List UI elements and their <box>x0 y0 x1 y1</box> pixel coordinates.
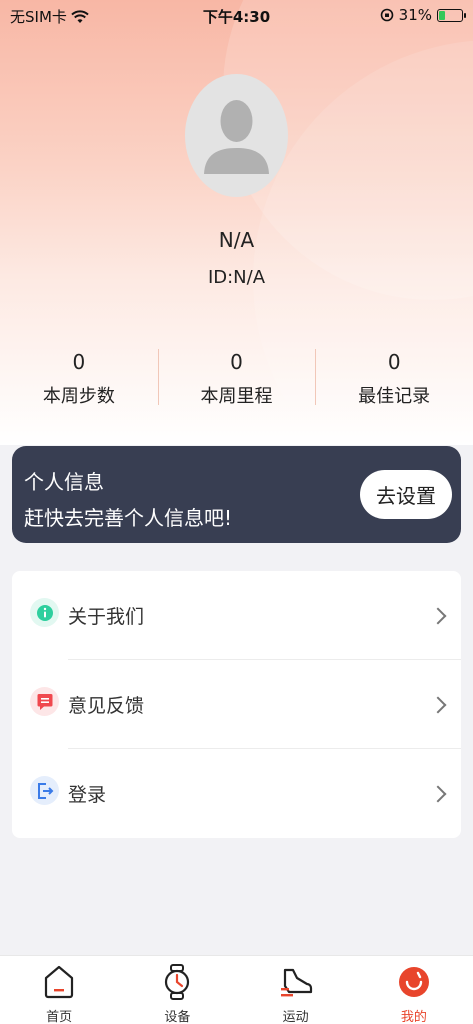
user-silhouette-icon <box>204 100 269 174</box>
stat-value: 0 <box>72 350 86 374</box>
tab-label: 首页 <box>46 1010 73 1024</box>
tab-label: 运动 <box>282 1010 309 1024</box>
weekly-stats: 0 本周步数 0 本周里程 0 最佳记录 <box>0 347 473 407</box>
info-icon <box>30 598 59 627</box>
menu-item-label: 登录 <box>68 784 107 806</box>
avatar[interactable] <box>185 74 288 197</box>
go-settings-button[interactable]: 去设置 <box>360 470 452 519</box>
stat-weekly-distance: 0 本周里程 <box>157 347 316 407</box>
menu-item-label: 关于我们 <box>68 606 145 628</box>
stat-label: 本周步数 <box>42 386 115 407</box>
battery-fill <box>439 10 445 20</box>
shoe-icon <box>280 968 312 997</box>
battery-icon <box>437 8 466 22</box>
profile-icon <box>398 967 429 997</box>
menu-item-feedback[interactable]: 意见反馈 <box>12 660 461 749</box>
stat-label: 本周里程 <box>200 386 273 407</box>
stat-label: 最佳记录 <box>358 386 431 407</box>
card-title: 个人信息 <box>24 470 104 494</box>
tab-bar: 首页 设备 运动 我的 <box>0 955 473 1024</box>
battery-percent: 31% <box>398 6 432 24</box>
orientation-lock-icon <box>380 8 393 22</box>
tab-home[interactable]: 首页 <box>0 956 118 1024</box>
tab-mine[interactable]: 我的 <box>355 956 473 1024</box>
stat-value: 0 <box>230 350 243 374</box>
feedback-icon <box>30 687 59 716</box>
tab-device[interactable]: 设备 <box>118 956 236 1024</box>
chevron-right-icon <box>429 607 447 624</box>
card-subtitle: 赶快去完善个人信息吧! <box>24 506 233 530</box>
user-id: ID:N/A <box>207 267 266 288</box>
menu-item-about[interactable]: 关于我们 <box>12 571 461 660</box>
profile-info-card: 个人信息 赶快去完善个人信息吧! 去设置 <box>12 446 461 543</box>
tab-sport[interactable]: 运动 <box>237 956 355 1024</box>
user-name: N/A <box>218 228 255 252</box>
stat-weekly-steps: 0 本周步数 <box>0 347 158 407</box>
menu-list: 关于我们 意见反馈 登录 <box>12 571 461 838</box>
menu-item-label: 意见反馈 <box>68 695 145 717</box>
menu-item-login[interactable]: 登录 <box>12 749 461 838</box>
login-icon <box>30 776 59 805</box>
chevron-right-icon <box>429 696 447 713</box>
tab-label: 设备 <box>164 1010 191 1024</box>
tab-label: 我的 <box>400 1010 427 1024</box>
chevron-right-icon <box>429 785 447 802</box>
watch-icon <box>165 964 190 1000</box>
stat-value: 0 <box>387 350 401 374</box>
home-icon <box>45 965 74 999</box>
status-bar: 无SIM卡 下午4:30 31% <box>0 0 473 32</box>
stat-best-record: 0 最佳记录 <box>315 347 473 407</box>
